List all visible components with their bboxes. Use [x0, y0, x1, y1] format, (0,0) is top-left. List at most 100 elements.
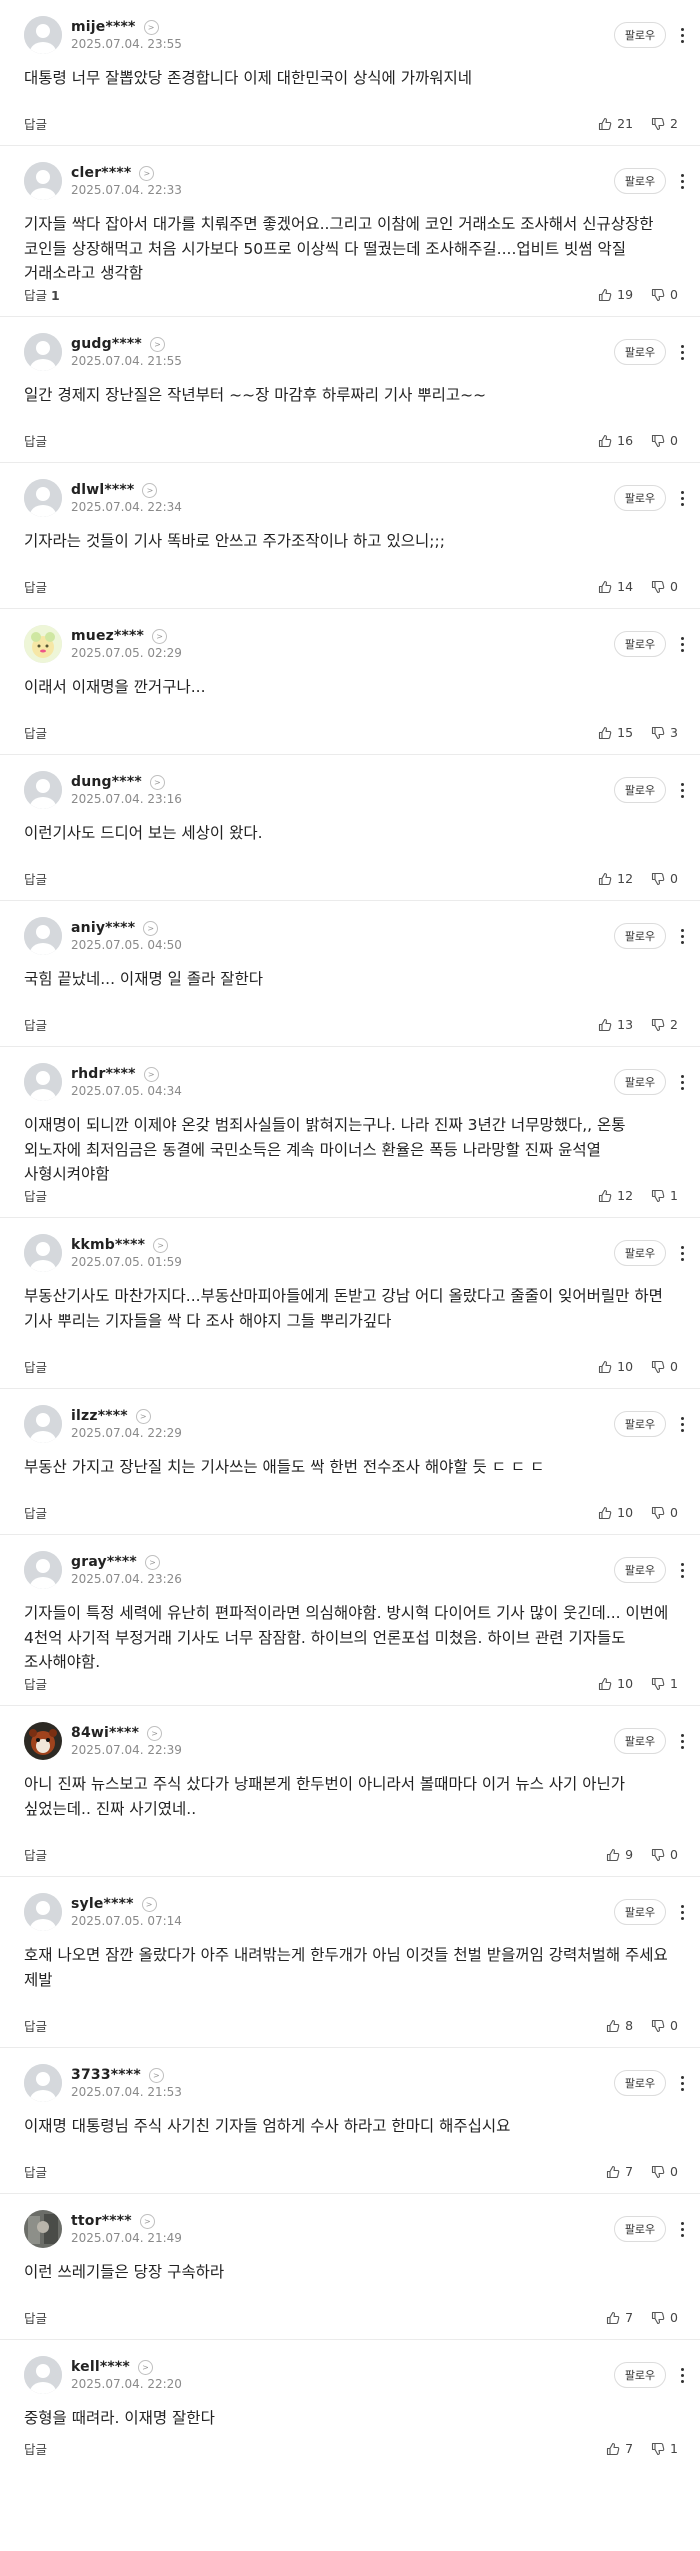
avatar[interactable]	[24, 2210, 62, 2248]
follow-button[interactable]: 팔로우	[614, 2216, 666, 2242]
reply-button[interactable]: 답글	[24, 2162, 47, 2181]
avatar[interactable]	[24, 479, 62, 517]
follow-button[interactable]: 팔로우	[614, 1069, 666, 1095]
avatar[interactable]	[24, 917, 62, 955]
like-button[interactable]: 13	[598, 1017, 633, 1032]
avatar[interactable]	[24, 625, 62, 663]
like-button[interactable]: 10	[598, 1676, 633, 1691]
like-button[interactable]: 7	[606, 2441, 633, 2456]
more-options-icon[interactable]	[674, 1557, 690, 1583]
reply-button[interactable]: 답글	[24, 2308, 47, 2327]
avatar[interactable]	[24, 1063, 62, 1101]
reply-button[interactable]: 답글	[24, 1357, 47, 1376]
dislike-button[interactable]: 1	[651, 1188, 678, 1203]
nickname[interactable]: ttor****	[71, 2213, 132, 2229]
more-options-icon[interactable]	[674, 923, 690, 949]
follow-button[interactable]: 팔로우	[614, 2362, 666, 2388]
follow-button[interactable]: 팔로우	[614, 22, 666, 48]
user-info-icon[interactable]: >	[153, 1237, 169, 1253]
follow-button[interactable]: 팔로우	[614, 1899, 666, 1925]
nickname[interactable]: dung****	[71, 774, 142, 790]
reply-button[interactable]: 답글	[24, 1503, 47, 1522]
user-info-icon[interactable]: >	[139, 2213, 155, 2229]
nickname[interactable]: 3733****	[71, 2067, 141, 2083]
follow-button[interactable]: 팔로우	[614, 777, 666, 803]
follow-button[interactable]: 팔로우	[614, 485, 666, 511]
user-info-icon[interactable]: >	[152, 628, 168, 644]
user-info-icon[interactable]: >	[142, 482, 158, 498]
more-options-icon[interactable]	[674, 1728, 690, 1754]
follow-button[interactable]: 팔로우	[614, 1557, 666, 1583]
dislike-button[interactable]: 0	[651, 2164, 678, 2179]
more-options-icon[interactable]	[674, 2362, 690, 2388]
dislike-button[interactable]: 0	[651, 1359, 678, 1374]
user-info-icon[interactable]: >	[137, 2359, 153, 2375]
avatar[interactable]	[24, 1893, 62, 1931]
reply-button[interactable]: 답글 1	[24, 285, 60, 304]
nickname[interactable]: gray****	[71, 1554, 137, 1570]
dislike-button[interactable]: 0	[651, 2310, 678, 2325]
avatar[interactable]	[24, 1234, 62, 1272]
user-info-icon[interactable]: >	[141, 1896, 157, 1912]
avatar[interactable]	[24, 162, 62, 200]
like-button[interactable]: 14	[598, 579, 633, 594]
user-info-icon[interactable]: >	[143, 920, 159, 936]
like-button[interactable]: 8	[606, 2018, 633, 2033]
reply-button[interactable]: 답글	[24, 869, 47, 888]
follow-button[interactable]: 팔로우	[614, 339, 666, 365]
more-options-icon[interactable]	[674, 777, 690, 803]
more-options-icon[interactable]	[674, 339, 690, 365]
dislike-button[interactable]: 0	[651, 579, 678, 594]
dislike-button[interactable]: 0	[651, 1505, 678, 1520]
like-button[interactable]: 10	[598, 1359, 633, 1374]
nickname[interactable]: aniy****	[71, 920, 135, 936]
avatar[interactable]	[24, 771, 62, 809]
follow-button[interactable]: 팔로우	[614, 168, 666, 194]
reply-button[interactable]: 답글	[24, 1845, 47, 1864]
more-options-icon[interactable]	[674, 2070, 690, 2096]
reply-button[interactable]: 답글	[24, 1674, 47, 1693]
like-button[interactable]: 7	[606, 2310, 633, 2325]
follow-button[interactable]: 팔로우	[614, 1240, 666, 1266]
nickname[interactable]: syle****	[71, 1896, 134, 1912]
avatar[interactable]	[24, 16, 62, 54]
dislike-button[interactable]: 0	[651, 871, 678, 886]
follow-button[interactable]: 팔로우	[614, 2070, 666, 2096]
dislike-button[interactable]: 0	[651, 1847, 678, 1862]
more-options-icon[interactable]	[674, 1899, 690, 1925]
nickname[interactable]: mije****	[71, 19, 136, 35]
nickname[interactable]: dlwl****	[71, 482, 134, 498]
like-button[interactable]: 21	[598, 116, 633, 131]
dislike-button[interactable]: 1	[651, 2441, 678, 2456]
reply-button[interactable]: 답글	[24, 1186, 47, 1205]
follow-button[interactable]: 팔로우	[614, 923, 666, 949]
like-button[interactable]: 12	[598, 1188, 633, 1203]
nickname[interactable]: muez****	[71, 628, 144, 644]
like-button[interactable]: 19	[598, 287, 633, 302]
like-button[interactable]: 10	[598, 1505, 633, 1520]
like-button[interactable]: 9	[606, 1847, 633, 1862]
reply-button[interactable]: 답글	[24, 723, 47, 742]
user-info-icon[interactable]: >	[144, 1554, 160, 1570]
user-info-icon[interactable]: >	[135, 1408, 151, 1424]
user-info-icon[interactable]: >	[139, 165, 155, 181]
dislike-button[interactable]: 2	[651, 1017, 678, 1032]
user-info-icon[interactable]: >	[149, 336, 165, 352]
like-button[interactable]: 15	[598, 725, 633, 740]
more-options-icon[interactable]	[674, 1240, 690, 1266]
more-options-icon[interactable]	[674, 1411, 690, 1437]
dislike-button[interactable]: 0	[651, 287, 678, 302]
dislike-button[interactable]: 2	[651, 116, 678, 131]
like-button[interactable]: 7	[606, 2164, 633, 2179]
user-info-icon[interactable]: >	[149, 774, 165, 790]
like-button[interactable]: 12	[598, 871, 633, 886]
nickname[interactable]: kell****	[71, 2359, 130, 2375]
dislike-button[interactable]: 3	[651, 725, 678, 740]
nickname[interactable]: rhdr****	[71, 1066, 136, 1082]
reply-button[interactable]: 답글	[24, 114, 47, 133]
nickname[interactable]: cler****	[71, 165, 131, 181]
like-button[interactable]: 16	[598, 433, 633, 448]
user-info-icon[interactable]: >	[148, 2067, 164, 2083]
nickname[interactable]: 84wi****	[71, 1725, 139, 1741]
follow-button[interactable]: 팔로우	[614, 1411, 666, 1437]
